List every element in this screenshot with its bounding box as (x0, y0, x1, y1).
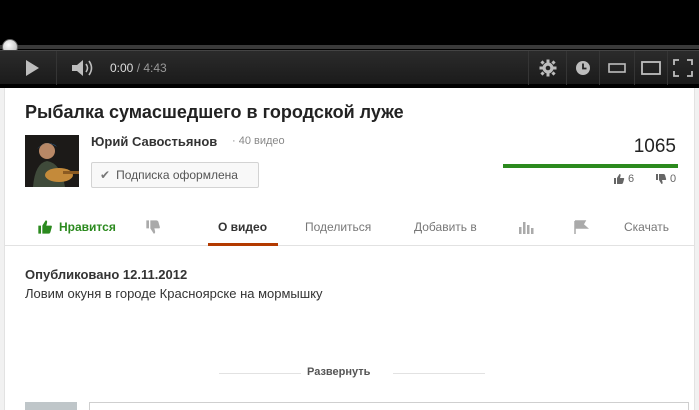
volume-icon (72, 60, 93, 76)
tab-share[interactable]: Поделиться (305, 208, 371, 246)
tab-about[interactable]: О видео (218, 208, 267, 246)
small-player-icon (608, 63, 626, 73)
thumbs-down-icon (656, 174, 667, 184)
fullscreen-icon (673, 59, 693, 77)
video-action-tabs: Нравится О видео Поделиться Добавить в С… (5, 208, 694, 246)
play-icon (26, 60, 39, 76)
channel-video-count[interactable]: · 40 видео (232, 135, 285, 147)
tab-report[interactable] (574, 208, 590, 246)
volume-button[interactable] (66, 51, 100, 85)
watch-later-button[interactable] (570, 51, 596, 85)
channel-name[interactable]: Юрий Савостьянов (91, 134, 217, 149)
bar-chart-icon (519, 222, 534, 234)
comment-avatar (25, 402, 77, 410)
like-button[interactable]: Нравится (37, 208, 116, 246)
dislike-count: 0 (655, 172, 676, 186)
thumbs-up-icon (38, 220, 52, 234)
video-player[interactable]: 0:00 / 4:43 (0, 0, 699, 88)
fullscreen-button[interactable] (669, 51, 697, 85)
time-display: 0:00 / 4:43 (110, 51, 167, 85)
large-player-icon (641, 61, 661, 75)
video-description: Ловим окуня в городе Красноярске на морм… (25, 286, 323, 301)
like-count: 6 (613, 172, 634, 186)
checkmark-icon: ✔ (100, 168, 111, 182)
divider (393, 373, 485, 374)
subscribe-button[interactable]: ✔ Подписка оформлена (91, 162, 259, 188)
thumbs-up-icon (614, 174, 625, 184)
flag-icon (574, 220, 589, 234)
channel-avatar[interactable] (25, 135, 79, 187)
tab-statistics[interactable] (518, 208, 534, 246)
settings-gear-icon (539, 59, 557, 77)
settings-button[interactable] (534, 51, 562, 85)
dislike-button[interactable] (145, 208, 161, 246)
tab-download[interactable]: Скачать (624, 208, 669, 246)
tab-add-to[interactable]: Добавить в (414, 208, 477, 246)
thumbs-down-icon (146, 220, 160, 234)
time-separator: / (133, 61, 144, 75)
progress-bar[interactable] (0, 45, 699, 49)
video-info-card: Рыбалка сумасшедшего в городской луже Юр… (4, 88, 695, 410)
publish-date: Опубликовано 12.11.2012 (25, 267, 188, 282)
time-duration: 4:43 (143, 61, 167, 75)
time-current: 0:00 (110, 61, 134, 75)
view-count: 1065 (633, 136, 676, 157)
player-controls: 0:00 / 4:43 (0, 50, 699, 85)
watch-later-clock-icon (576, 61, 590, 75)
comment-input[interactable] (89, 402, 689, 410)
active-tab-indicator (208, 243, 278, 246)
large-player-button[interactable] (637, 51, 665, 85)
video-title: Рыбалка сумасшедшего в городской луже (25, 102, 404, 122)
subscribe-label: Подписка оформлена (116, 168, 238, 182)
divider (219, 373, 301, 374)
play-button[interactable] (14, 51, 50, 85)
like-ratio-bar (503, 164, 678, 168)
expand-button[interactable]: Развернуть (307, 366, 370, 378)
small-player-button[interactable] (603, 51, 631, 85)
